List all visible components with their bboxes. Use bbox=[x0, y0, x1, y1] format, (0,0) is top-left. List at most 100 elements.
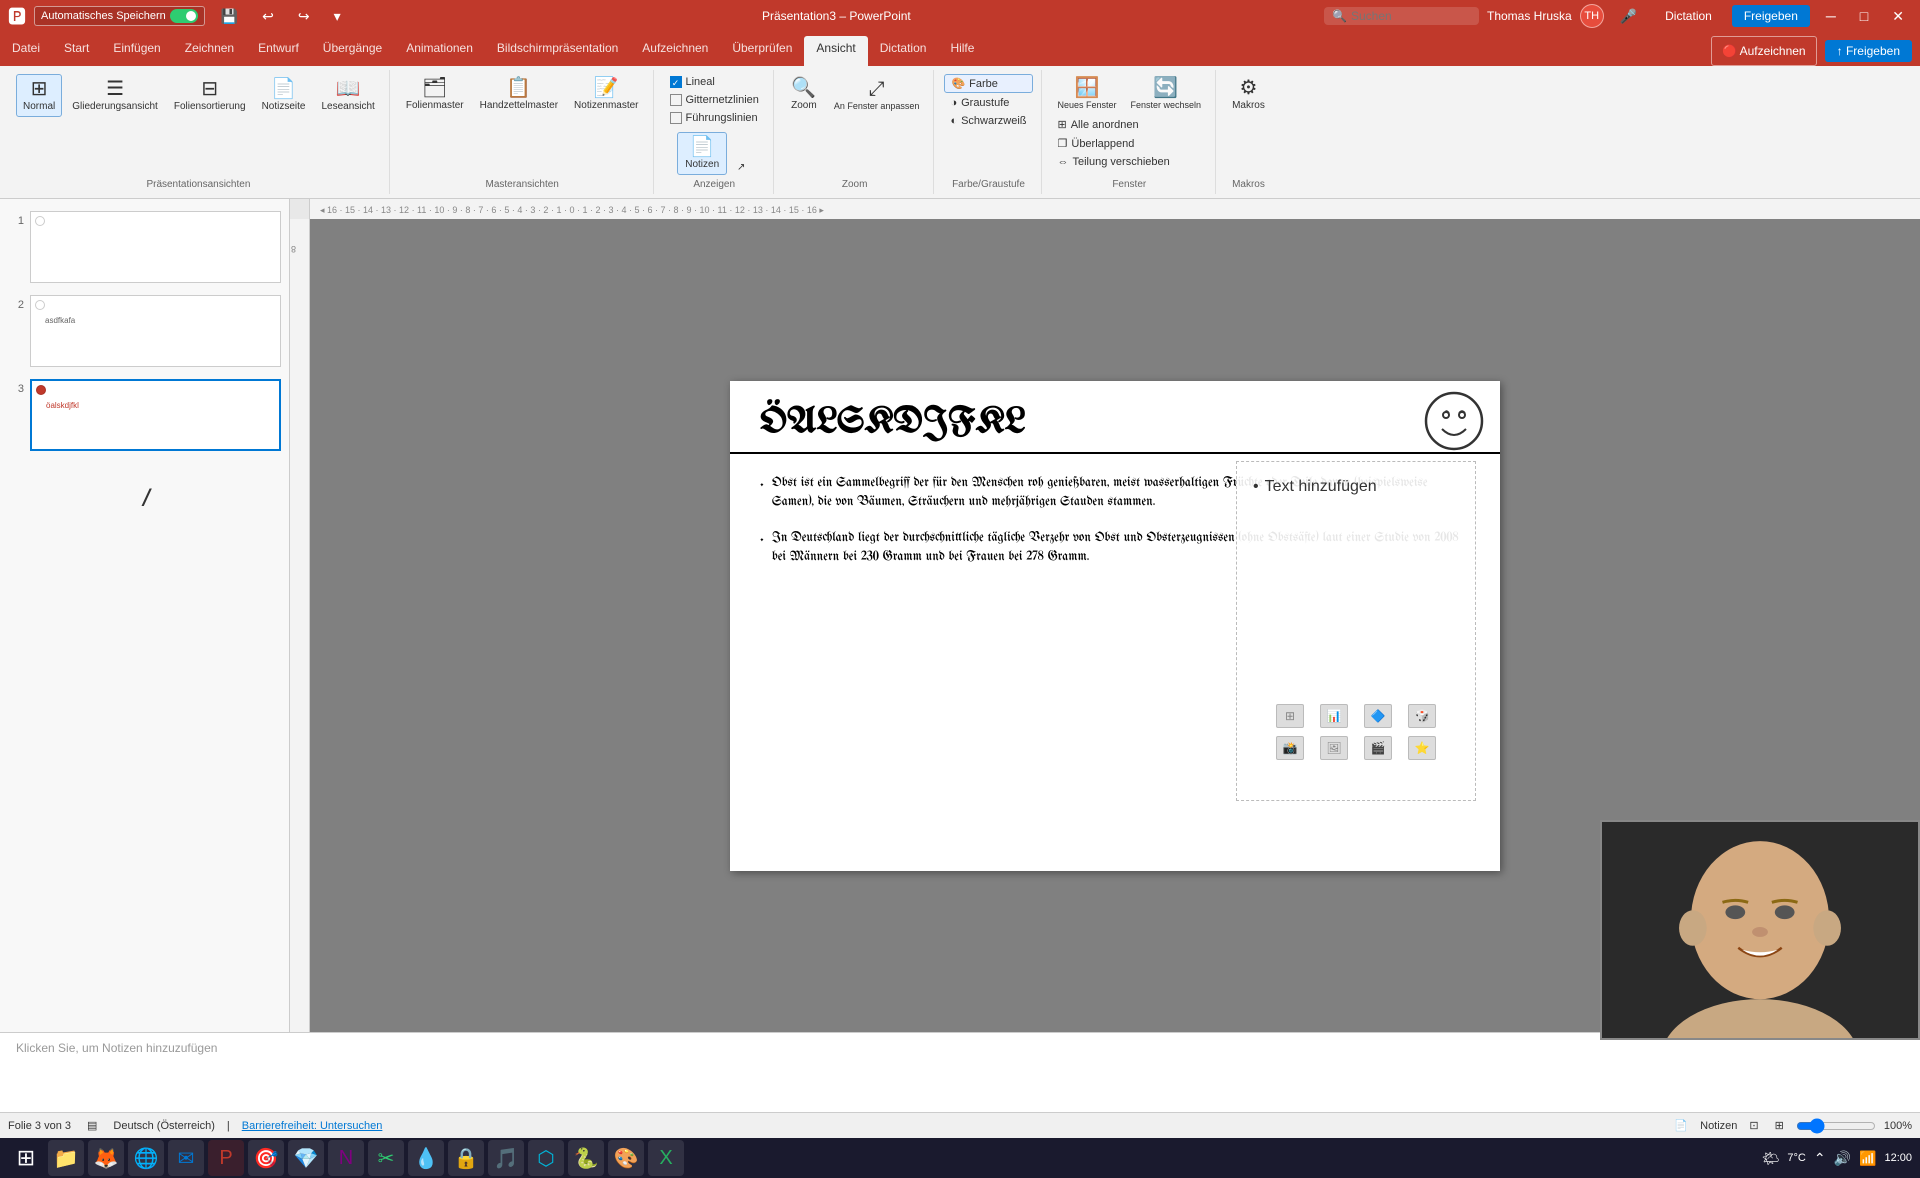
taskbar-app4[interactable]: 🎯 bbox=[248, 1140, 284, 1176]
more-commands-icon[interactable]: ▾ bbox=[326, 4, 349, 29]
redo-icon[interactable]: ↪ bbox=[290, 4, 318, 29]
taskbar-app5[interactable]: 💎 bbox=[288, 1140, 324, 1176]
insert-smartart-icon[interactable]: 🔷 bbox=[1364, 704, 1392, 728]
zoom-slider[interactable] bbox=[1796, 1118, 1876, 1134]
tab-animationen[interactable]: Animationen bbox=[394, 36, 485, 66]
close-button[interactable]: ✕ bbox=[1884, 4, 1912, 29]
btn-leseansicht[interactable]: 📖 Leseansicht bbox=[315, 75, 380, 116]
freigeben-button[interactable]: Freigeben bbox=[1732, 5, 1810, 27]
search-box[interactable]: 🔍 bbox=[1324, 7, 1479, 25]
btn-schwarzweiss[interactable]: ◐ Schwarzweiß bbox=[944, 113, 1032, 129]
normal-view-icon[interactable]: ⊡ bbox=[1745, 1117, 1762, 1134]
btn-foliensortierung[interactable]: ⊟ Foliensortierung bbox=[168, 75, 252, 116]
taskbar-app11[interactable]: ⬡ bbox=[528, 1140, 564, 1176]
save-icon[interactable]: 💾 bbox=[213, 4, 246, 29]
undo-icon[interactable]: ↩ bbox=[254, 4, 282, 29]
btn-gliederung[interactable]: ☰ Gliederungsansicht bbox=[66, 75, 164, 116]
slide-thumb-3[interactable]: 3 öalskdjfkl bbox=[4, 375, 285, 455]
btn-fenster-wechseln[interactable]: 🔄 Fenster wechseln bbox=[1125, 74, 1208, 114]
btn-anfenster[interactable]: ⤢ An Fenster anpassen bbox=[828, 75, 926, 115]
autosave-toggle[interactable] bbox=[170, 9, 198, 23]
gitter-checkbox[interactable] bbox=[670, 94, 682, 106]
btn-notizenmaster[interactable]: 📝 Notizenmaster bbox=[568, 74, 644, 115]
taskbar-file-explorer[interactable]: 📁 bbox=[48, 1140, 84, 1176]
btn-neues-fenster[interactable]: 🪟 Neues Fenster bbox=[1052, 74, 1123, 114]
insert-table-icon[interactable]: ⊞ bbox=[1276, 704, 1304, 728]
taskbar-app12[interactable]: 🐍 bbox=[568, 1140, 604, 1176]
user-avatar[interactable]: TH bbox=[1580, 4, 1604, 28]
slide-sorter-icon[interactable]: ⊞ bbox=[1771, 1117, 1788, 1134]
minimize-button[interactable]: ─ bbox=[1818, 4, 1844, 28]
checkbox-fuhrung[interactable]: Führungslinien bbox=[664, 110, 765, 126]
freigeben-button-2[interactable]: ↑ Freigeben bbox=[1825, 40, 1912, 62]
insert-photo-icon[interactable]: 🖼 bbox=[1320, 736, 1348, 760]
slide-thumb-2[interactable]: 2 asdfkafa bbox=[4, 291, 285, 371]
btn-graustufe[interactable]: ◑ Graustufe bbox=[944, 95, 1032, 111]
insert-3d-icon[interactable]: 🎲 bbox=[1408, 704, 1436, 728]
fuhrung-checkbox[interactable] bbox=[670, 112, 682, 124]
checkbox-lineal[interactable]: ✓ Lineal bbox=[664, 74, 765, 90]
tab-einfugen[interactable]: Einfügen bbox=[101, 36, 172, 66]
btn-handzettelmaster[interactable]: 📋 Handzettelmaster bbox=[474, 74, 564, 115]
aufzeichnen-button[interactable]: 🔴 Aufzeichnen bbox=[1711, 36, 1817, 66]
insert-video-icon[interactable]: 🎬 bbox=[1364, 736, 1392, 760]
tab-datei[interactable]: Datei bbox=[0, 36, 52, 66]
btn-notizseite[interactable]: 📄 Notizseite bbox=[256, 75, 312, 116]
dictation-button[interactable]: Dictation bbox=[1653, 5, 1724, 27]
taskbar-outlook[interactable]: ✉ bbox=[168, 1140, 204, 1176]
taskbar-app13[interactable]: 🎨 bbox=[608, 1140, 644, 1176]
slide-canvas[interactable]: ÖALSKDJFKL • Obst ist ein Sammelbegriff … bbox=[730, 381, 1500, 871]
tab-dictation[interactable]: Dictation bbox=[868, 36, 939, 66]
taskbar-excel[interactable]: X bbox=[648, 1140, 684, 1176]
btn-farbe[interactable]: 🎨 Farbe bbox=[944, 74, 1032, 93]
notizen-label[interactable]: Notizen bbox=[1700, 1120, 1737, 1132]
notes-toggle-icon[interactable]: 📄 bbox=[1670, 1117, 1692, 1134]
content-placeholder[interactable]: • Text hinzufügen ⊞ 📊 🔷 🎲 bbox=[1236, 461, 1476, 801]
taskbar-firefox[interactable]: 🦊 bbox=[88, 1140, 124, 1176]
notes-area[interactable]: Klicken Sie, um Notizen hinzuzufügen bbox=[0, 1032, 1920, 1112]
insert-chart-icon[interactable]: 📊 bbox=[1320, 704, 1348, 728]
taskbar-powerpoint[interactable]: P bbox=[208, 1140, 244, 1176]
btn-anzeigen-expand[interactable]: ↗ bbox=[731, 160, 751, 175]
tab-aufzeichnen[interactable]: Aufzeichnen bbox=[630, 36, 720, 66]
btn-alle-anordnen[interactable]: ⊞ Alle anordnen bbox=[1052, 116, 1208, 133]
insert-screenshot-icon[interactable]: 📸 bbox=[1276, 736, 1304, 760]
btn-normal[interactable]: ⊞ Normal bbox=[16, 74, 62, 117]
slide-preview-3[interactable]: öalskdjfkl bbox=[30, 379, 281, 451]
slide-outline-icon[interactable]: ▤ bbox=[83, 1117, 101, 1134]
slide-thumb-1[interactable]: 1 bbox=[4, 207, 285, 287]
taskbar-app9[interactable]: 🔒 bbox=[448, 1140, 484, 1176]
taskbar-app10[interactable]: 🎵 bbox=[488, 1140, 524, 1176]
tab-zeichnen[interactable]: Zeichnen bbox=[173, 36, 246, 66]
slide-title[interactable]: ÖALSKDJFKL bbox=[730, 381, 1500, 454]
ribbon-collapse-icon[interactable]: 🎤 bbox=[1612, 4, 1645, 29]
tab-uberprufen[interactable]: Überprüfen bbox=[720, 36, 804, 66]
accessibility[interactable]: Barrierefreiheit: Untersuchen bbox=[242, 1120, 383, 1132]
tab-ubergange[interactable]: Übergänge bbox=[311, 36, 394, 66]
btn-makros[interactable]: ⚙ Makros bbox=[1226, 74, 1271, 115]
tab-entwurf[interactable]: Entwurf bbox=[246, 36, 311, 66]
tab-hilfe[interactable]: Hilfe bbox=[938, 36, 986, 66]
checkbox-gitter[interactable]: Gitternetzlinien bbox=[664, 92, 765, 108]
btn-zoom[interactable]: 🔍 Zoom bbox=[784, 74, 824, 115]
slide-preview-2[interactable]: asdfkafa bbox=[30, 295, 281, 367]
start-button[interactable]: ⊞ bbox=[8, 1140, 44, 1176]
tab-start[interactable]: Start bbox=[52, 36, 101, 66]
slide-preview-1[interactable] bbox=[30, 211, 281, 283]
btn-uberlappend[interactable]: ❐ Überlappend bbox=[1052, 135, 1208, 152]
maximize-button[interactable]: □ bbox=[1852, 4, 1876, 28]
taskbar-onenote[interactable]: N bbox=[328, 1140, 364, 1176]
autosave-badge[interactable]: Automatisches Speichern bbox=[34, 6, 205, 26]
taskbar-app7[interactable]: ✂ bbox=[368, 1140, 404, 1176]
taskbar-chrome[interactable]: 🌐 bbox=[128, 1140, 164, 1176]
lineal-checkbox[interactable]: ✓ bbox=[670, 76, 682, 88]
search-input[interactable] bbox=[1351, 9, 1471, 23]
taskbar-network[interactable]: 📶 bbox=[1859, 1150, 1876, 1167]
btn-teilung[interactable]: ⇔ Teilung verschieben bbox=[1052, 154, 1208, 170]
taskbar-app8[interactable]: 💧 bbox=[408, 1140, 444, 1176]
taskbar-volume[interactable]: 🔊 bbox=[1834, 1150, 1851, 1167]
tab-ansicht[interactable]: Ansicht bbox=[804, 36, 867, 66]
btn-folienmaster[interactable]: 🗂 Folienmaster bbox=[400, 74, 470, 115]
btn-notizen[interactable]: 📄 Notizen bbox=[677, 132, 727, 175]
tab-bildschirm[interactable]: Bildschirmpräsentation bbox=[485, 36, 630, 66]
